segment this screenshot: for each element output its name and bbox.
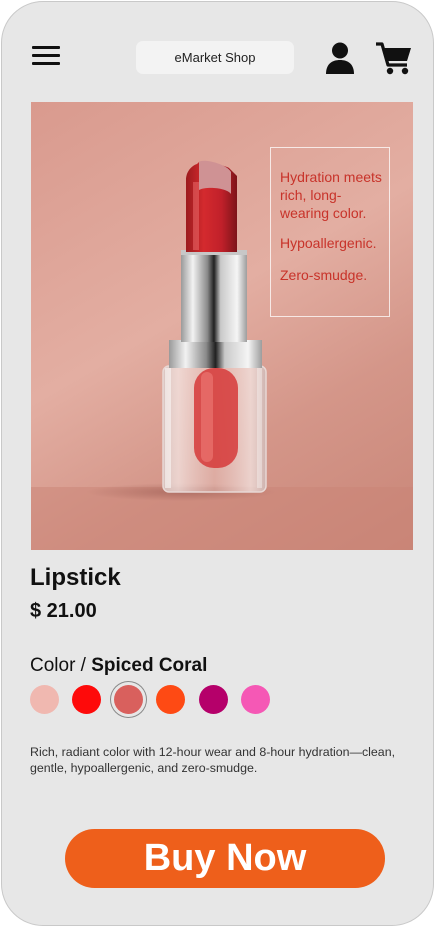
phone-frame: eMarket Shop Hydration meets rich, long-… xyxy=(1,1,434,926)
color-swatch[interactable] xyxy=(241,685,270,714)
shopping-cart-icon[interactable] xyxy=(374,38,414,78)
buy-now-button[interactable]: Buy Now xyxy=(65,829,385,888)
product-price: $ 21.00 xyxy=(30,600,97,622)
color-label-row: Color / Spiced Coral xyxy=(30,655,207,677)
claims-box: Hydration meets rich, long-wearing color… xyxy=(270,147,390,317)
product-image: Hydration meets rich, long-wearing color… xyxy=(31,102,413,550)
shop-title: eMarket Shop xyxy=(136,41,294,74)
claim-zero-smudge: Zero-smudge. xyxy=(280,267,368,283)
user-icon[interactable] xyxy=(322,40,358,76)
selected-color-name: Spiced Coral xyxy=(91,655,208,676)
claim-hypoallergenic: Hypoallergenic. xyxy=(280,235,377,251)
product-description: Rich, radiant color with 12-hour wear an… xyxy=(30,745,396,775)
product-name: Lipstick xyxy=(30,564,121,591)
color-label: Color / xyxy=(30,655,92,676)
color-swatch[interactable] xyxy=(30,685,59,714)
color-swatch[interactable] xyxy=(156,685,185,714)
hamburger-menu-icon[interactable] xyxy=(30,42,64,70)
color-swatch[interactable] xyxy=(199,685,228,714)
color-swatch[interactable] xyxy=(72,685,101,714)
color-swatch[interactable] xyxy=(114,685,143,714)
claim-hydration: Hydration meets rich, long-wearing color… xyxy=(280,169,382,221)
